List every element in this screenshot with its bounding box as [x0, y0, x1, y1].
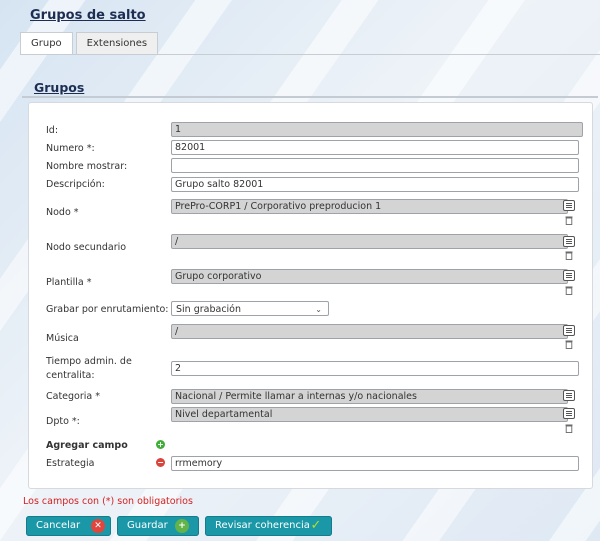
- section-divider: [22, 96, 598, 98]
- tab-extensiones[interactable]: Extensiones: [75, 32, 159, 54]
- tiempo-label-line1: Tiempo admin. de: [46, 356, 132, 367]
- descripcion-label: Descripción:: [46, 179, 105, 190]
- descripcion-input[interactable]: Grupo salto 82001: [171, 177, 579, 192]
- musica-list-icon[interactable]: [563, 325, 575, 336]
- nodo-secundario-trash-icon[interactable]: [565, 251, 573, 260]
- musica-field: /: [171, 324, 568, 339]
- dpto-label: Dpto *:: [46, 416, 80, 427]
- tab-divider: [20, 54, 600, 55]
- nodo-label: Nodo *: [46, 207, 79, 218]
- nombre-mostrar-label: Nombre mostrar:: [46, 161, 128, 172]
- page-title: Grupos de salto: [30, 8, 146, 23]
- grabar-value: Sin grabación: [176, 304, 242, 315]
- tiempo-input[interactable]: 2: [171, 361, 579, 376]
- numero-input[interactable]: 82001: [171, 140, 579, 155]
- save-button-label: Guardar: [127, 520, 168, 531]
- categoria-label: Categoria *: [46, 391, 101, 402]
- estrategia-label: Estrategia: [46, 458, 95, 469]
- tab-grupo[interactable]: Grupo: [20, 32, 73, 55]
- cancel-button-label: Cancelar: [36, 520, 81, 531]
- categoria-field: Nacional / Permite llamar a internas y/o…: [171, 389, 568, 404]
- required-note: Los campos con (*) son obligatorios: [23, 496, 193, 507]
- check-consistency-label: Revisar coherencia: [215, 520, 310, 531]
- grabar-label: Grabar por enrutamiento:: [46, 304, 169, 315]
- add-field-icon[interactable]: +: [156, 440, 165, 449]
- categoria-list-icon[interactable]: [563, 390, 575, 401]
- cancel-button[interactable]: Cancelar ✕: [26, 516, 111, 536]
- estrategia-input[interactable]: rrmemory: [171, 456, 579, 471]
- tab-bar: Grupo Extensiones: [20, 32, 161, 55]
- plantilla-field: Grupo corporativo: [171, 269, 568, 284]
- agregar-campo-label: Agregar campo: [46, 440, 128, 451]
- plantilla-list-icon[interactable]: [563, 270, 575, 281]
- dpto-field: Nivel departamental: [171, 407, 568, 422]
- nodo-secundario-list-icon[interactable]: [563, 236, 575, 247]
- id-field: 1: [171, 122, 583, 137]
- remove-field-icon[interactable]: −: [156, 458, 165, 467]
- nodo-secundario-field: /: [171, 234, 568, 249]
- plantilla-trash-icon[interactable]: [565, 286, 573, 295]
- cancel-icon: ✕: [91, 519, 105, 533]
- check-consistency-button[interactable]: Revisar coherencia ✓: [205, 516, 332, 536]
- nombre-mostrar-input[interactable]: [171, 158, 579, 173]
- numero-label: Numero *:: [46, 143, 95, 154]
- dpto-list-icon[interactable]: [563, 408, 575, 419]
- chevron-down-icon: ⌄: [315, 305, 322, 314]
- grabar-select[interactable]: Sin grabación ⌄: [171, 301, 329, 316]
- nodo-field: PrePro-CORP1 / Corporativo preproducion …: [171, 199, 568, 214]
- musica-trash-icon[interactable]: [565, 340, 573, 349]
- nodo-list-icon[interactable]: [563, 200, 575, 211]
- save-button[interactable]: Guardar +: [117, 516, 199, 536]
- plantilla-label: Plantilla *: [46, 277, 92, 288]
- section-title: Grupos: [34, 80, 85, 95]
- checkmark-icon: ✓: [310, 518, 322, 533]
- musica-label: Música: [46, 333, 79, 344]
- tiempo-label-line2: centralita:: [46, 370, 95, 381]
- id-label: Id:: [46, 125, 59, 136]
- dpto-trash-icon[interactable]: [565, 424, 573, 433]
- nodo-trash-icon[interactable]: [565, 216, 573, 225]
- nodo-secundario-label: Nodo secundario: [46, 242, 127, 253]
- save-icon: +: [175, 519, 189, 533]
